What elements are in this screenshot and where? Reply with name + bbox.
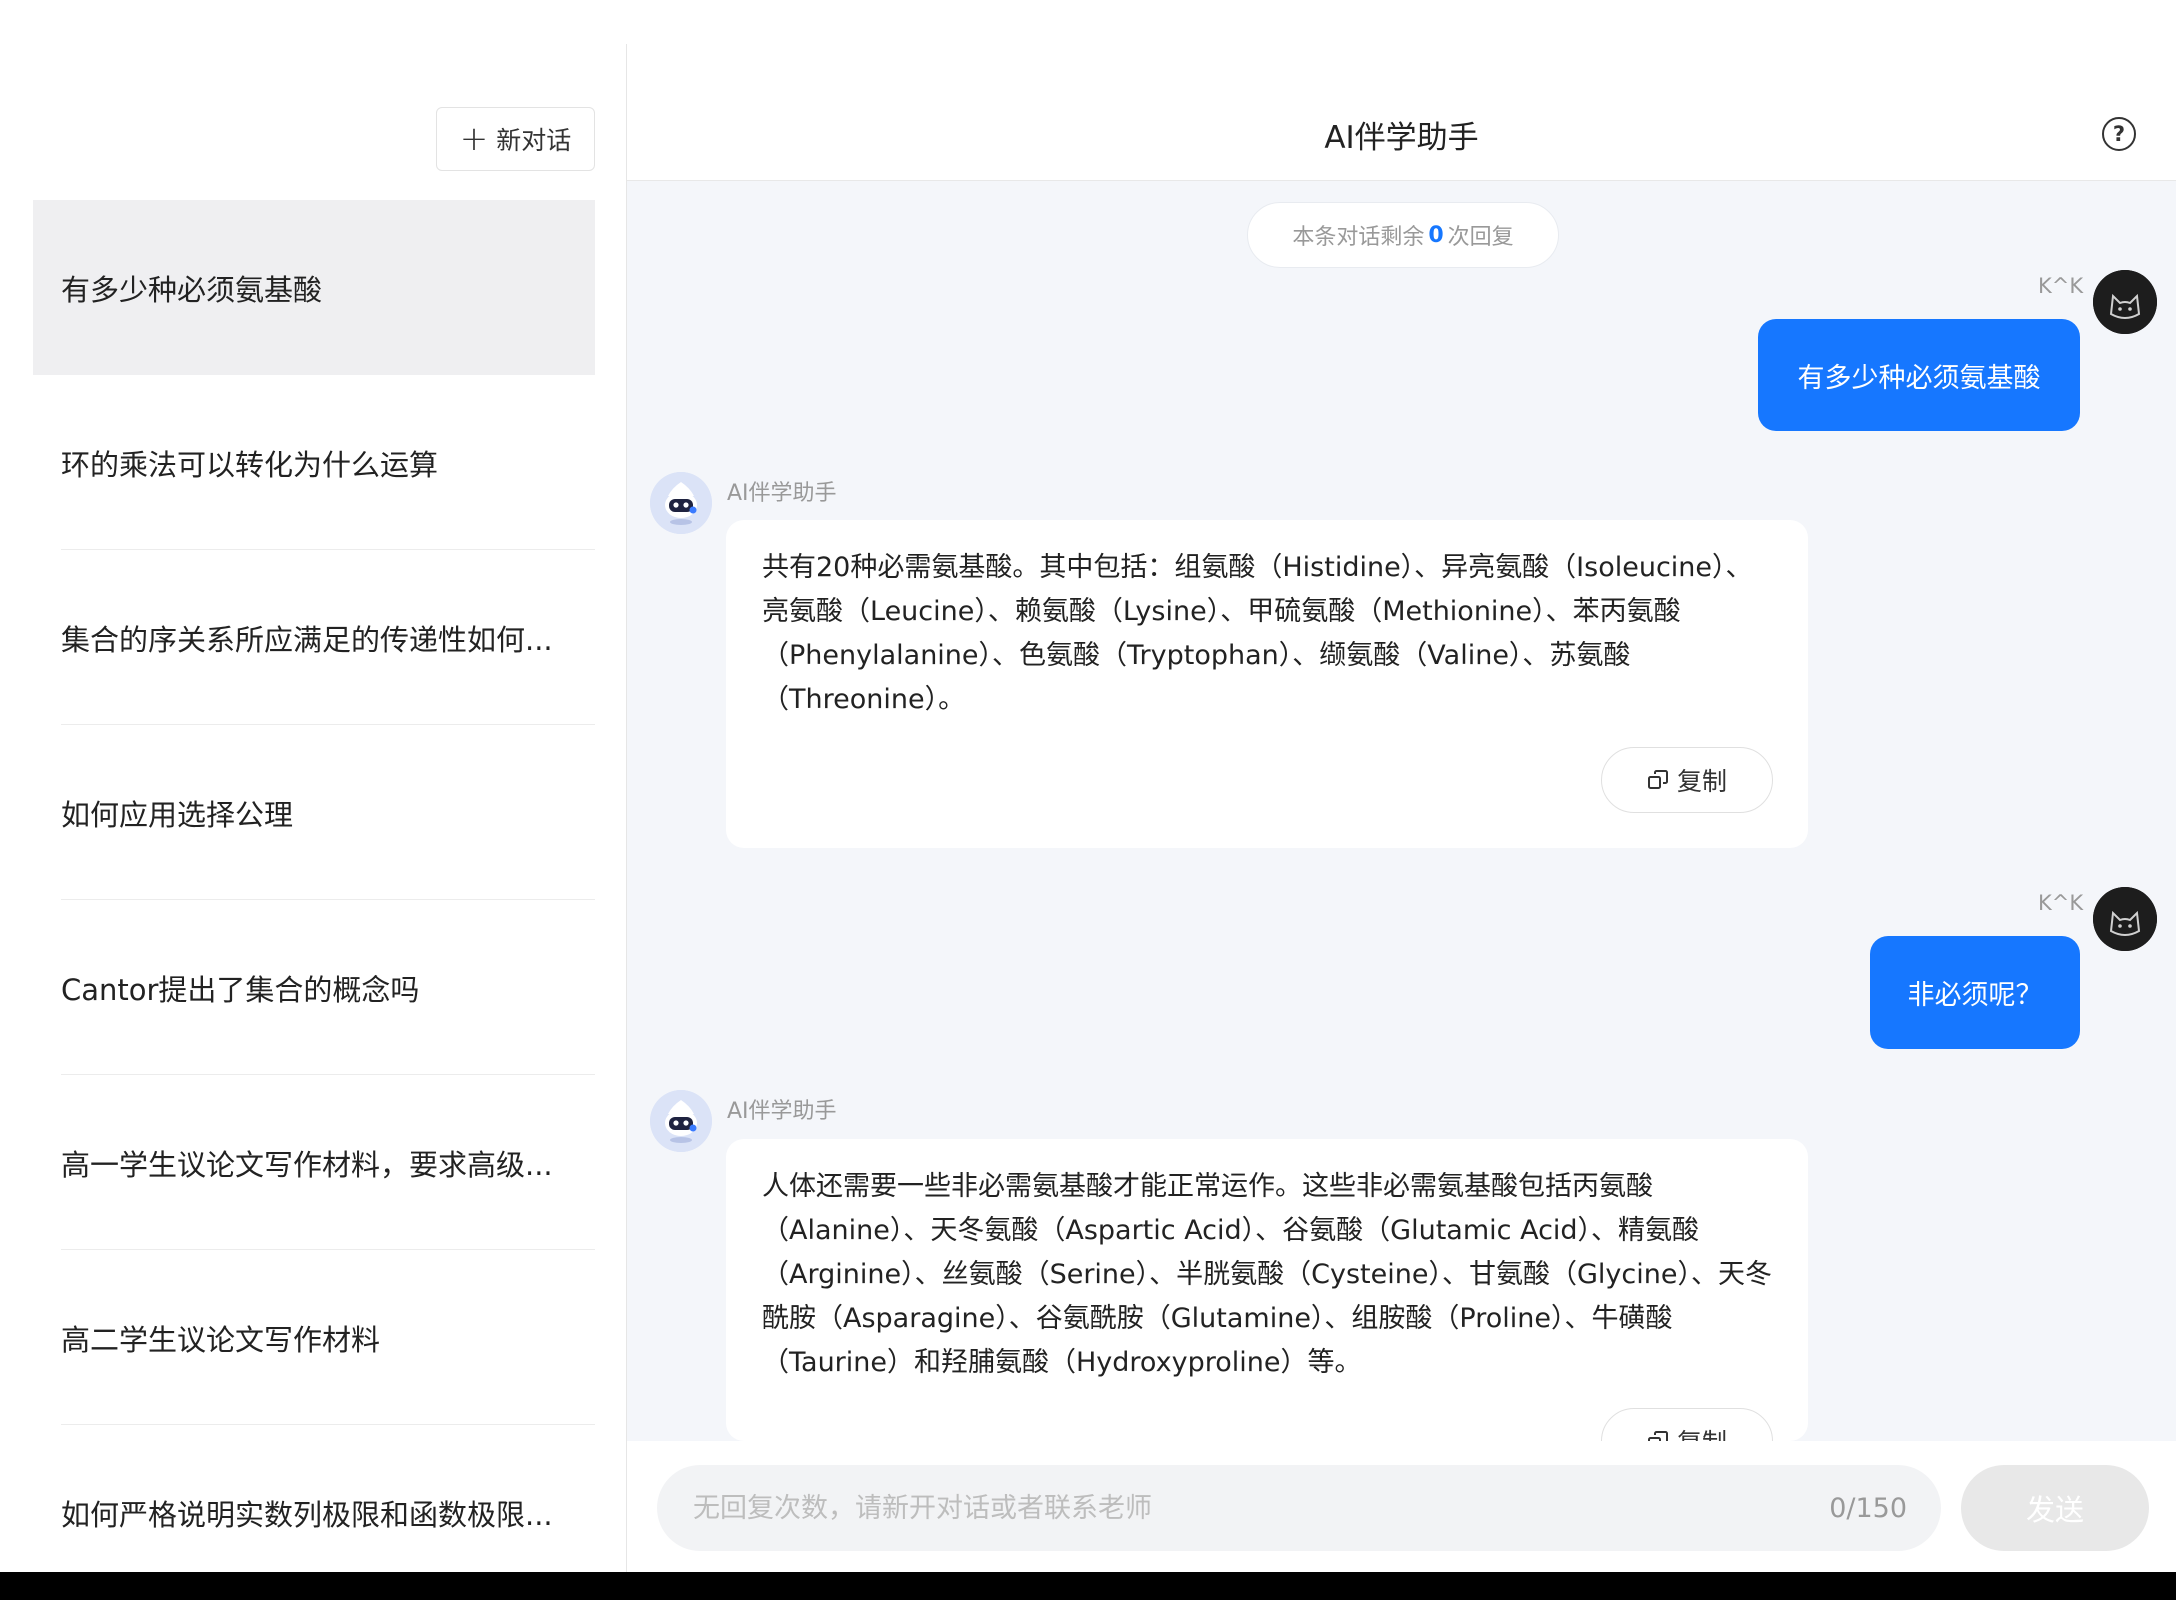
bottom-bar	[0, 1572, 2176, 1600]
conversation-title: 如何应用选择公理	[61, 797, 294, 832]
message-input[interactable]	[691, 1491, 1830, 1525]
robot-avatar-icon	[650, 472, 712, 534]
user-message-bubble: 非必须呢？	[1870, 936, 2080, 1049]
conversation-item[interactable]: 高二学生议论文写作材料	[33, 1250, 595, 1425]
conversation-item[interactable]: 如何严格说明实数列极限和函数极限...	[33, 1425, 595, 1572]
ai-message-text: 人体还需要一些非必需氨基酸才能正常运作。这些非必需氨基酸包括丙氨酸（Alanin…	[762, 1171, 1772, 1378]
user-message-text: 有多少种必须氨基酸	[1797, 362, 2041, 394]
user-message-text: 非必须呢？	[1907, 980, 2043, 1011]
help-icon[interactable]: ?	[2102, 117, 2136, 151]
robot-avatar-icon	[650, 1090, 712, 1152]
user-avatar	[2093, 887, 2157, 951]
send-button[interactable]: 发送	[1961, 1465, 2149, 1551]
input-area: 0/150 发送	[627, 1441, 2176, 1572]
cat-avatar-icon	[2093, 270, 2157, 334]
cat-avatar-icon	[2093, 887, 2157, 951]
new-chat-button[interactable]: + 新对话	[436, 107, 595, 171]
conversation-item[interactable]: 有多少种必须氨基酸	[33, 200, 595, 375]
copy-icon	[1647, 770, 1668, 789]
conversation-item[interactable]: Cantor提出了集合的概念吗	[33, 900, 595, 1075]
header: AI伴学助手 ?	[627, 0, 2176, 181]
conversation-item[interactable]: 环的乘法可以转化为什么运算	[33, 375, 595, 550]
user-name: K^K	[2038, 274, 2084, 298]
user-name: K^K	[2038, 891, 2084, 915]
char-count: 0/150	[1829, 1492, 1907, 1524]
message-input-box: 0/150	[657, 1465, 1941, 1551]
conversation-title: 环的乘法可以转化为什么运算	[61, 447, 439, 482]
remaining-count: 0	[1428, 222, 1444, 248]
conversation-item[interactable]: 如何应用选择公理	[33, 725, 595, 900]
copy-label: 复制	[1676, 767, 1727, 796]
user-message-bubble: 有多少种必须氨基酸	[1758, 319, 2080, 431]
copy-button-clip: 复制	[1601, 1408, 1773, 1441]
ai-name: AI伴学助手	[727, 1099, 837, 1124]
chat-panel: AI伴学助手 ? 本条对话剩余 0 次回复 K^K 有多少种必须氨基酸 AI伴学…	[627, 0, 2176, 1572]
conversation-item[interactable]: 高一学生议论文写作材料，要求高级...	[33, 1075, 595, 1250]
conversation-title: 有多少种必须氨基酸	[61, 272, 323, 307]
remaining-prefix: 本条对话剩余	[1292, 225, 1425, 250]
ai-avatar	[650, 472, 712, 534]
user-avatar	[2093, 270, 2157, 334]
copy-icon	[1647, 1431, 1668, 1441]
conversation-title: 高一学生议论文写作材料，要求高级...	[61, 1147, 553, 1182]
page-title: AI伴学助手	[1324, 120, 1479, 156]
copy-button[interactable]: 复制	[1601, 1408, 1773, 1441]
conversation-title: Cantor提出了集合的概念吗	[61, 972, 420, 1007]
plus-icon: +	[459, 119, 489, 159]
sidebar: + 新对话 有多少种必须氨基酸 环的乘法可以转化为什么运算 集合的序关系所应满足…	[0, 0, 627, 1572]
ai-avatar	[650, 1090, 712, 1152]
remaining-replies-badge: 本条对话剩余 0 次回复	[1247, 202, 1559, 268]
remaining-suffix: 次回复	[1447, 225, 1514, 250]
ai-name: AI伴学助手	[727, 481, 837, 506]
ai-message-text: 共有20种必需氨基酸。其中包括：组氨酸（Histidine）、异亮氨酸（Isol…	[762, 552, 1753, 715]
conversation-item[interactable]: 集合的序关系所应满足的传递性如何...	[33, 550, 595, 725]
copy-label: 复制	[1677, 1423, 1727, 1441]
copy-button[interactable]: 复制	[1601, 747, 1773, 813]
conversation-list: 有多少种必须氨基酸 环的乘法可以转化为什么运算 集合的序关系所应满足的传递性如何…	[33, 200, 595, 1572]
conversation-title: 集合的序关系所应满足的传递性如何...	[61, 622, 553, 657]
conversation-title: 高二学生议论文写作材料	[61, 1322, 381, 1357]
ai-message-bubble: 人体还需要一些非必需氨基酸才能正常运作。这些非必需氨基酸包括丙氨酸（Alanin…	[726, 1139, 1808, 1441]
conversation-title: 如何严格说明实数列极限和函数极限...	[61, 1497, 553, 1532]
help-symbol: ?	[2112, 122, 2126, 146]
new-chat-label: 新对话	[496, 126, 572, 155]
